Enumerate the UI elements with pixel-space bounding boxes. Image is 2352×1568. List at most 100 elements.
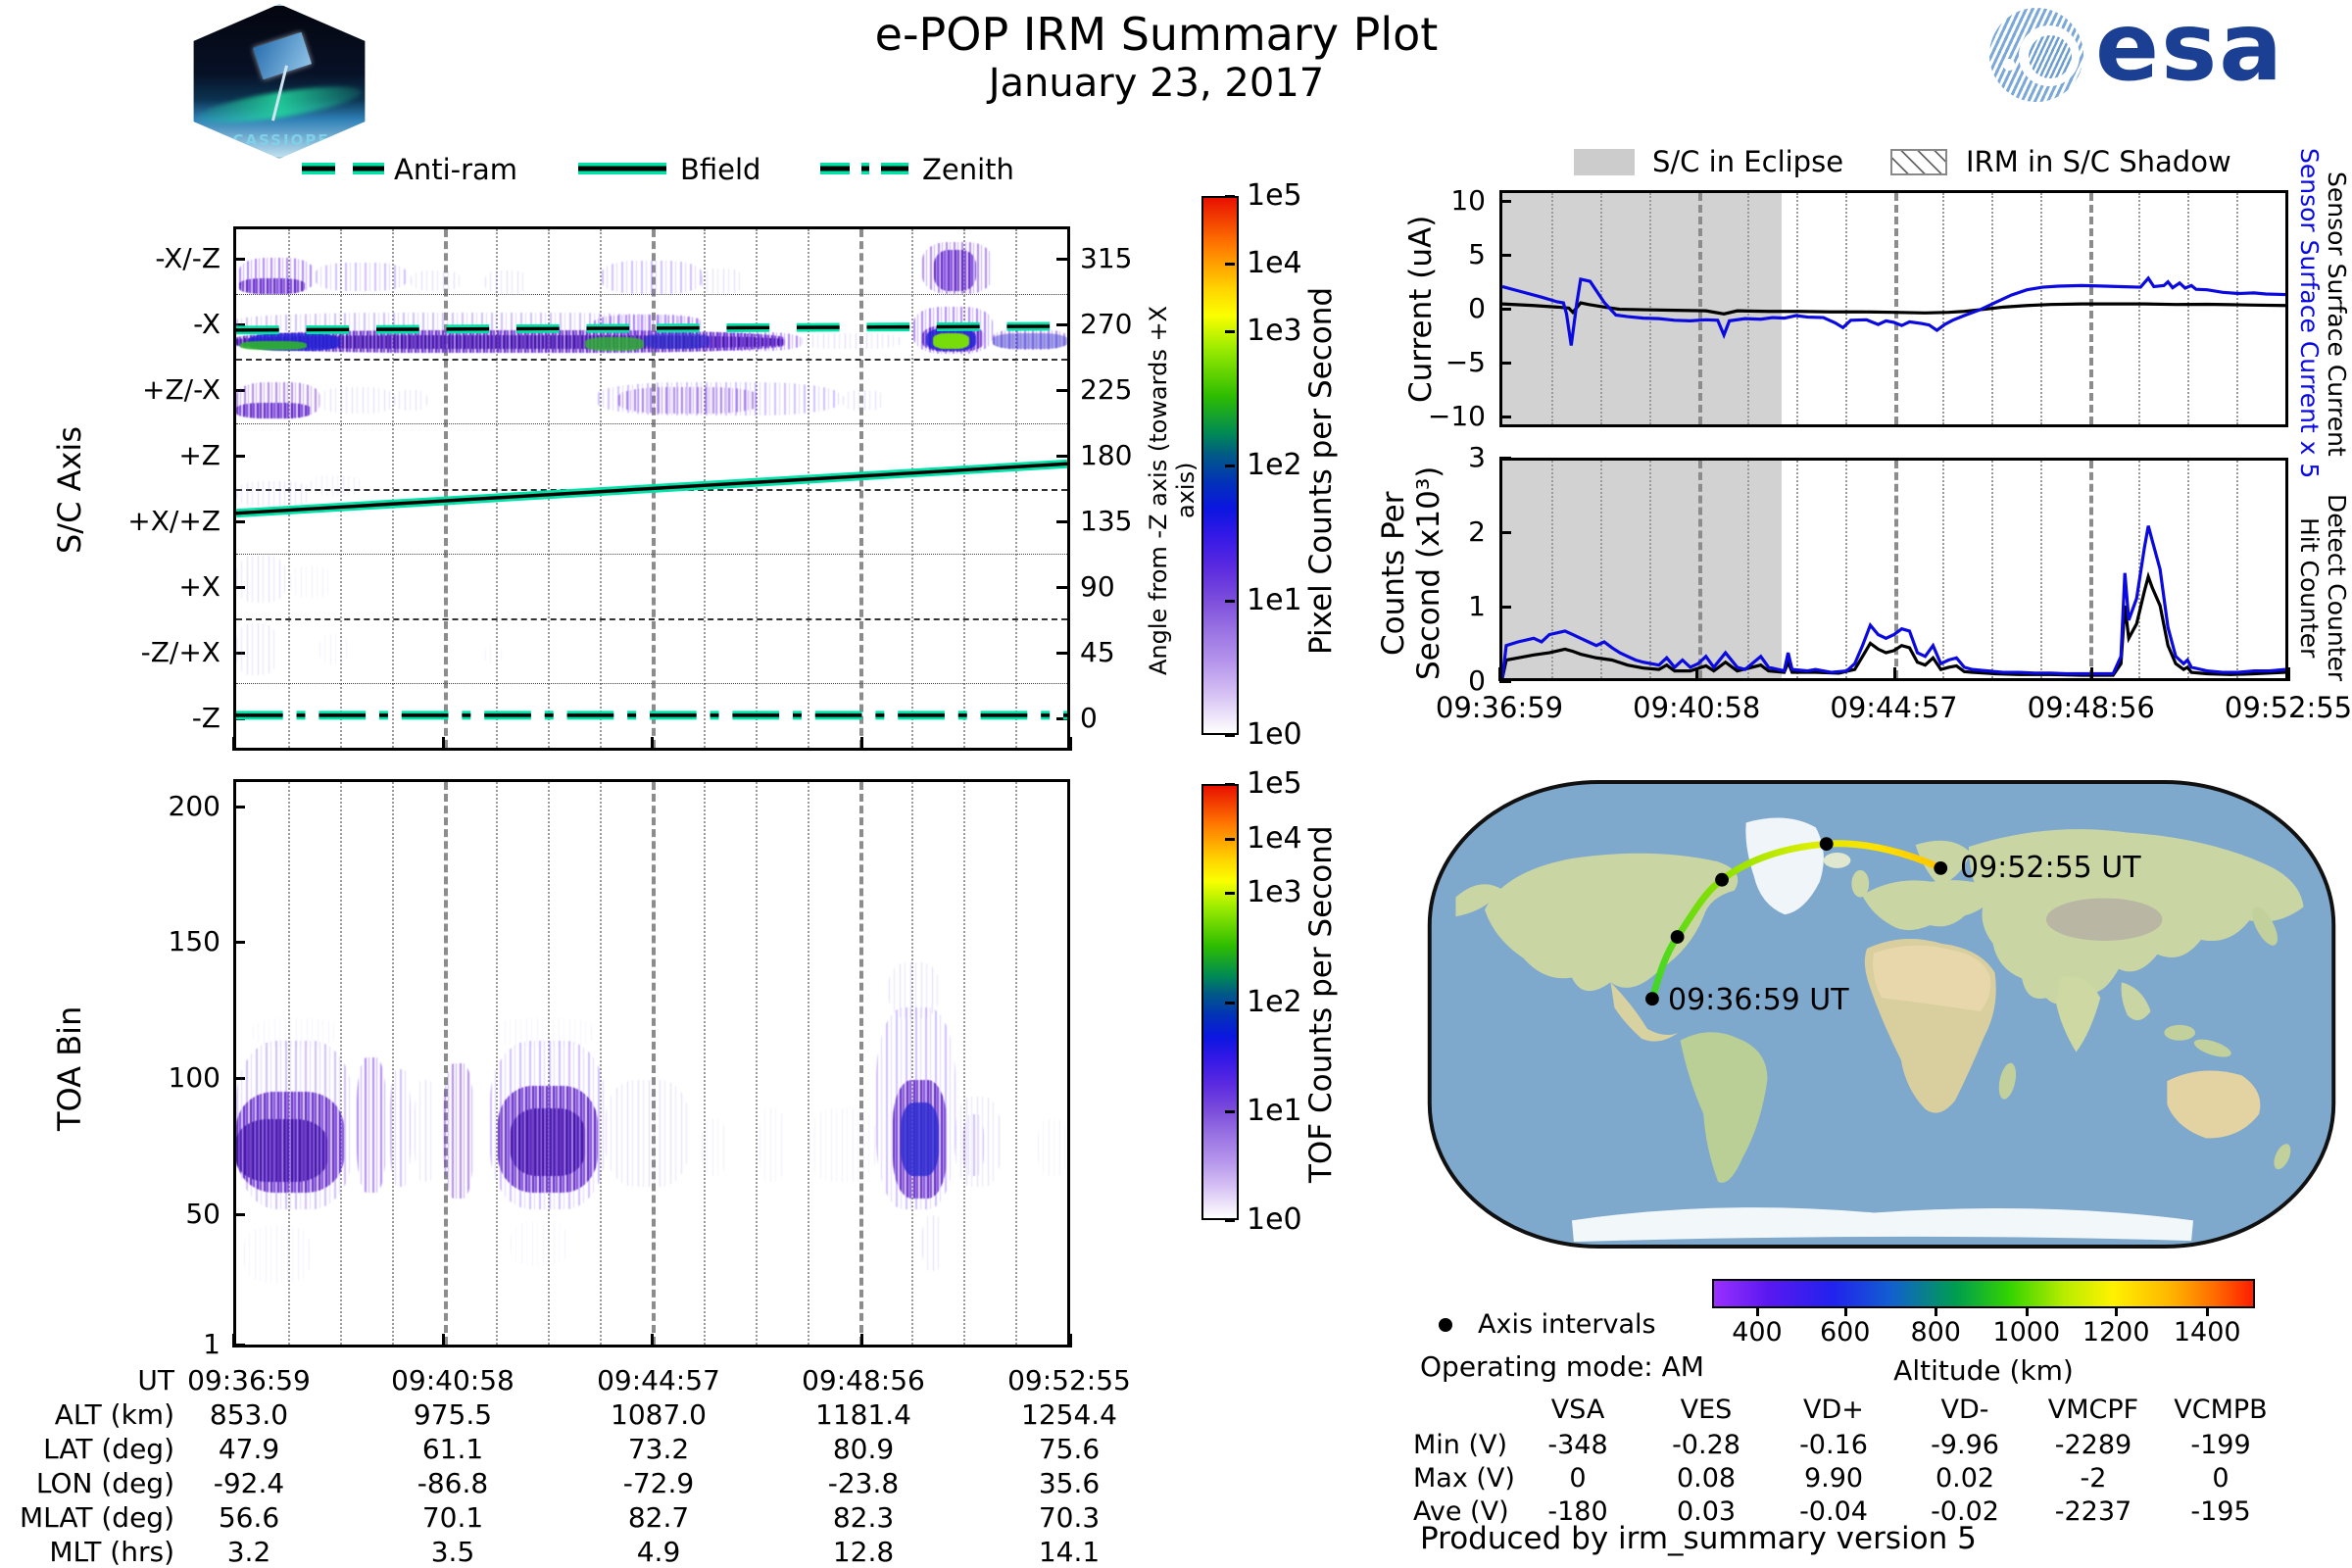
tick-mark xyxy=(1499,457,1511,460)
ephem-cell: 975.5 xyxy=(413,1398,493,1431)
tick-mark xyxy=(1069,737,1072,751)
tick-mark xyxy=(1843,1306,1847,1316)
colorbar-tick-label: 1e4 xyxy=(1247,245,1302,280)
axis-intervals-label: Axis intervals xyxy=(1478,1309,1656,1340)
page-title: e-POP IRM Summary Plot xyxy=(874,8,1439,61)
tick-mark xyxy=(1225,1219,1235,1222)
line-series-svg xyxy=(1502,461,2285,678)
ephem-cell: 3.5 xyxy=(430,1536,475,1568)
data-blob xyxy=(701,1119,727,1176)
spectro-panel xyxy=(233,226,1070,751)
data-blob xyxy=(606,1080,690,1188)
time-xtick: 09:40:58 xyxy=(1633,691,1761,724)
spectro-legend: Anti-ram Bfield Zenith xyxy=(284,153,1088,188)
tick-mark xyxy=(651,1334,654,1348)
gridline-minor xyxy=(392,782,394,1345)
tick-mark xyxy=(1225,599,1235,603)
colorbar-tick-label: 1e1 xyxy=(1247,582,1302,617)
ephem-cell: 853.0 xyxy=(209,1398,289,1431)
spectro-right-tick: 270 xyxy=(1080,308,1133,341)
data-blob xyxy=(510,1107,586,1176)
legend-bfield-label: Bfield xyxy=(680,153,761,186)
ephem-cell: 73.2 xyxy=(627,1433,690,1465)
data-blob xyxy=(510,1220,569,1266)
operating-mode: Operating mode: AM xyxy=(1420,1350,1704,1383)
current-ytick: 5 xyxy=(1468,238,1486,270)
tick-mark xyxy=(1499,606,1511,609)
tick-mark xyxy=(1225,262,1235,266)
volt-cell: -195 xyxy=(2190,1496,2251,1527)
tick-mark xyxy=(1499,362,1511,365)
ephem-cell: 70.3 xyxy=(1038,1501,1101,1534)
current-ytick: 10 xyxy=(1450,184,1486,217)
ephem-row-label: MLAT (deg) xyxy=(19,1501,174,1534)
patch-shape-icon: CASSIOPE xyxy=(193,4,366,159)
data-blob xyxy=(1038,1119,1067,1176)
overlay-lines-svg xyxy=(236,321,1067,720)
toa-ytick: 150 xyxy=(168,925,220,958)
page-date: January 23, 2017 xyxy=(988,61,1325,106)
data-blob xyxy=(809,1107,876,1182)
tick-mark xyxy=(651,737,654,751)
tick-mark xyxy=(1892,667,1896,681)
data-blob xyxy=(389,1068,412,1188)
tick-mark xyxy=(1225,734,1235,737)
track-dot xyxy=(1934,860,1948,875)
spectro-right-axis-label: Angle from -Z axis (towards +X axis) xyxy=(1145,305,1200,675)
tick-mark xyxy=(1498,667,1501,681)
shadow-label: IRM in S/C Shadow xyxy=(1966,145,2231,178)
shadow-swatch-icon xyxy=(1890,149,1947,175)
tick-mark xyxy=(1225,783,1235,786)
ephem-row-label: LAT (deg) xyxy=(43,1433,174,1465)
gridline-minor xyxy=(756,782,758,1345)
esa-logo: esa xyxy=(1989,0,2323,104)
spectro-ytick: +X/+Z xyxy=(127,504,220,537)
toa-ytick: 100 xyxy=(168,1061,220,1095)
gridline-minor xyxy=(704,782,706,1345)
tick-mark xyxy=(1225,837,1235,841)
colorbar-tick-label: 1e0 xyxy=(1247,717,1302,752)
ephem-cell: 35.6 xyxy=(1038,1467,1101,1499)
tick-mark xyxy=(2206,1306,2210,1316)
ephem-cell: -92.4 xyxy=(213,1467,285,1499)
colorbar-tick-label: 1e4 xyxy=(1247,820,1302,856)
counts-ytick: 3 xyxy=(1468,441,1486,473)
track-dot xyxy=(1819,837,1834,852)
zenith-line-icon xyxy=(820,163,908,174)
ephem-row-label: MLT (hrs) xyxy=(49,1536,174,1568)
current-right-label-blue: Sensor Surface Current x 5 xyxy=(2295,148,2324,479)
time-xtick: 09:36:59 xyxy=(1435,691,1564,724)
ephem-cell: 80.9 xyxy=(832,1433,895,1465)
ephem-cell: 3.2 xyxy=(226,1536,271,1568)
altitude-colorbar xyxy=(1712,1279,2255,1308)
series-detect-counter xyxy=(1502,526,2285,678)
ephem-cell: 70.1 xyxy=(421,1501,484,1534)
world-map: 09:36:59 UT 09:52:55 UT xyxy=(1426,779,2337,1250)
colorbar-tick-label: 1e1 xyxy=(1247,1093,1302,1128)
ephem-cell: 1254.4 xyxy=(1021,1398,1117,1431)
ephem-cell: 4.9 xyxy=(636,1536,681,1568)
gridline-major xyxy=(444,782,448,1345)
toa-ytick: 1 xyxy=(203,1327,220,1360)
eclipse-legend: S/C in Eclipse IRM in S/C Shadow xyxy=(1568,145,2342,180)
ephem-cell: 1087.0 xyxy=(611,1398,707,1431)
track-start-label: 09:36:59 UT xyxy=(1668,983,1849,1017)
gridline-minor xyxy=(600,782,602,1345)
axis-intervals-dot-icon xyxy=(1439,1318,1452,1332)
time-xtick: 09:48:56 xyxy=(2027,691,2155,724)
tick-mark xyxy=(1225,1001,1235,1004)
volt-col-header: VCMPB xyxy=(2174,1395,2268,1425)
spectro-right-tick: 225 xyxy=(1080,373,1133,407)
spectro-ytick: +Z xyxy=(178,439,220,472)
cassiope-patch: CASSIOPE xyxy=(186,4,372,159)
ephem-cell: 82.7 xyxy=(627,1501,690,1534)
tick-mark xyxy=(1225,329,1235,333)
tick-mark xyxy=(1069,1334,1072,1348)
ephem-row-label: UT xyxy=(137,1364,174,1396)
data-blob xyxy=(963,1113,985,1176)
counts-ytick: 1 xyxy=(1468,590,1486,622)
tick-mark xyxy=(441,1334,445,1348)
toa-ytick: 50 xyxy=(185,1197,220,1230)
tick-mark xyxy=(1499,308,1511,311)
tof-colorbar-title: TOF Counts per Second xyxy=(1303,825,1339,1184)
